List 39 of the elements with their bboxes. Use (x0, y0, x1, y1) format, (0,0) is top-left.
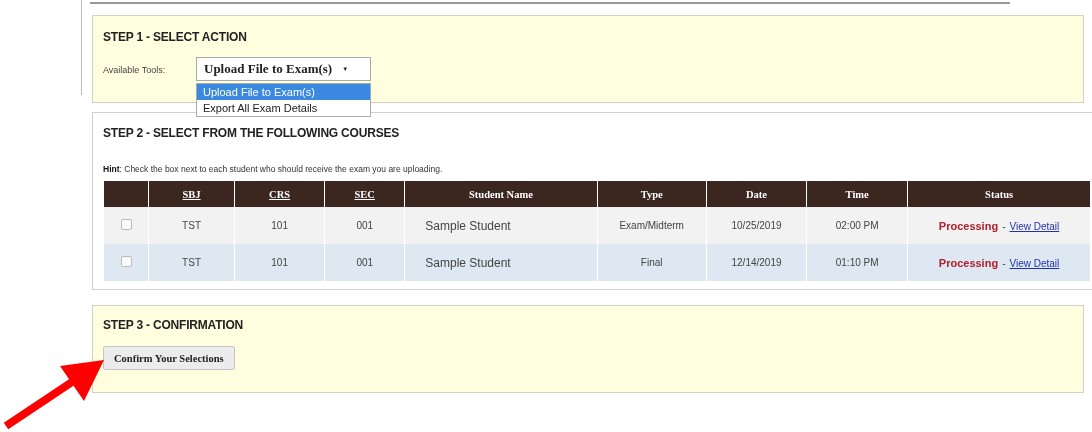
table-cell: 001 (324, 207, 405, 244)
view-detail-link[interactable]: View Detail (1009, 220, 1060, 232)
table-cell: 101 (234, 244, 325, 281)
table-cell: Final (597, 244, 707, 281)
header-cell (103, 181, 149, 207)
table-cell: 101 (234, 207, 325, 244)
header-cell: Status (907, 181, 1090, 207)
header-cell: Time (806, 181, 908, 207)
header-cell: Date (706, 181, 807, 207)
table-cell: 01:10 PM (806, 244, 908, 281)
checkbox[interactable] (120, 219, 132, 230)
table-cell: Sample Student (404, 207, 597, 244)
dropdown-option[interactable]: Upload File to Exam(s) (197, 84, 370, 100)
field-label: Available Tools: (103, 65, 167, 75)
dropdown-option[interactable]: Export All Exam Details (197, 100, 370, 116)
hint-text: Hint: Check the box next to each student who should receive the exam you are uploading. (103, 164, 444, 174)
step-heading: STEP 1 - SELECT ACTION (103, 30, 248, 44)
status-text: Processing (938, 219, 999, 232)
header-cell: Type (597, 181, 707, 207)
step-heading: STEP 2 - SELECT FROM THE FOLLOWING COURSES (103, 126, 401, 140)
table-cell: TST (148, 207, 235, 244)
confirm-button[interactable]: Confirm Your Selections (103, 346, 235, 370)
step-heading: STEP 3 - CONFIRMATION (103, 318, 245, 332)
table-cell: 12/14/2019 (706, 244, 807, 281)
separator-text: - (1002, 257, 1006, 269)
table-cell: 02:00 PM (806, 207, 908, 244)
table-cell: Exam/Midterm (597, 207, 707, 244)
table-cell: 001 (324, 244, 405, 281)
header-cell: Student Name (404, 181, 597, 207)
header-cell[interactable]: SEC (324, 181, 405, 207)
table-cell: Sample Student (404, 244, 597, 281)
separator-text: - (1002, 220, 1006, 232)
table-cell: TST (148, 244, 235, 281)
header-cell[interactable]: CRS (234, 181, 325, 207)
table-cell: 10/25/2019 (706, 207, 807, 244)
view-detail-link[interactable]: View Detail (1009, 257, 1060, 269)
header-cell[interactable]: SBJ (148, 181, 235, 207)
status-text: Processing (938, 256, 999, 269)
checkbox[interactable] (120, 256, 132, 267)
